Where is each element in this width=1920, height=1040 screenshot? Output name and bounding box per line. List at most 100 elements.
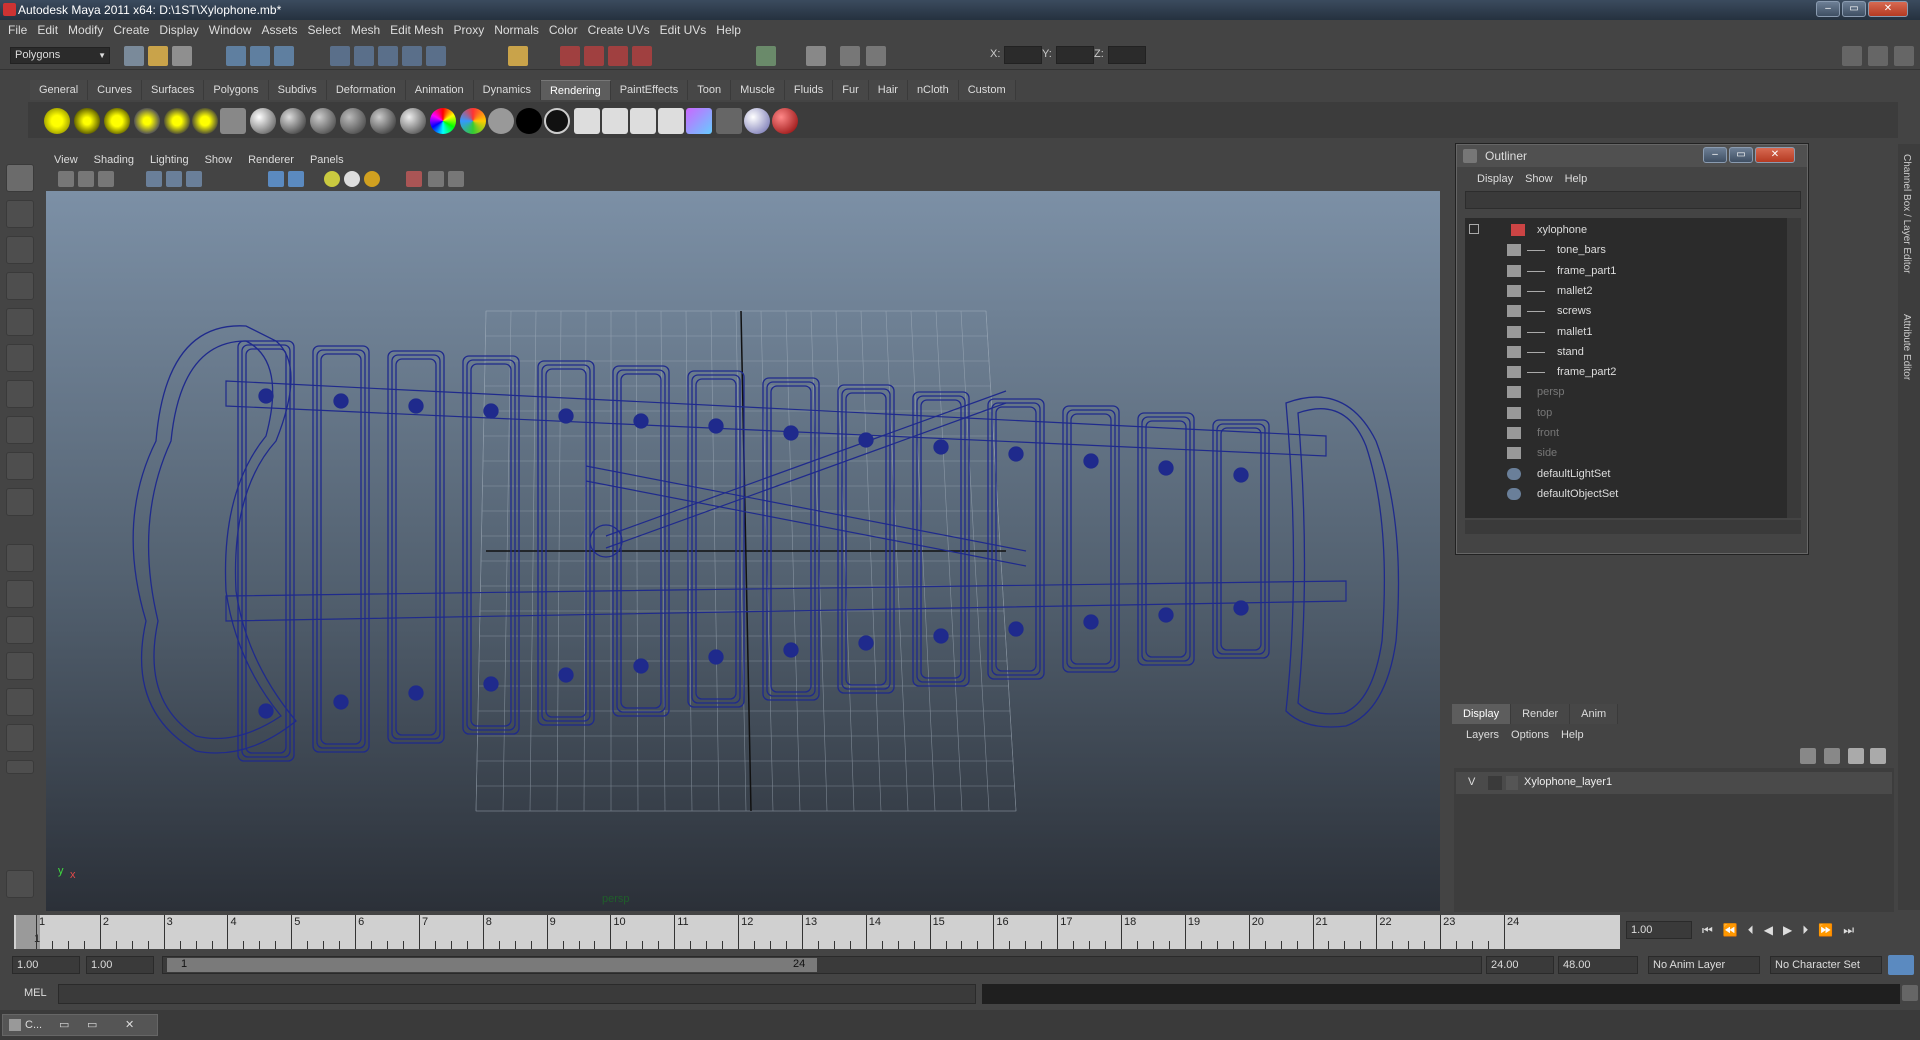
z-coord-field[interactable] <box>1108 46 1146 64</box>
go-to-end-icon[interactable]: ⏭ <box>1843 923 1854 938</box>
maximize-button[interactable]: ▭ <box>1842 1 1866 17</box>
layer-color-swatch[interactable] <box>1506 776 1518 790</box>
menu-mesh[interactable]: Mesh <box>349 23 388 37</box>
shelf-tab-muscle[interactable]: Muscle <box>731 80 785 100</box>
attribute-editor-side-tab[interactable]: Attribute Editor <box>1901 314 1912 380</box>
universal-manipulator-icon[interactable] <box>6 380 34 408</box>
render-settings-shelf-icon[interactable] <box>630 108 656 134</box>
move-layer-up-icon[interactable] <box>1848 748 1864 764</box>
outliner-item-persp[interactable]: persp <box>1465 382 1785 402</box>
menu-set-dropdown[interactable]: Polygons <box>10 47 110 64</box>
outliner-menu-show[interactable]: Show <box>1519 173 1559 185</box>
layered-shader-icon[interactable] <box>400 108 426 134</box>
viewport-menu-renderer[interactable]: Renderer <box>240 151 302 169</box>
hypershade-icon[interactable] <box>658 108 684 134</box>
tool-settings-icon[interactable] <box>840 46 860 66</box>
layer-menu-layers[interactable]: Layers <box>1460 726 1505 744</box>
shelf-tab-fluids[interactable]: Fluids <box>784 80 834 100</box>
outliner-vertical-scrollbar[interactable] <box>1787 218 1801 518</box>
time-slider[interactable]: 1 1 2 3 4 5 6 7 8 9 10 11 12 13 14 15 16 17 18 19 20 21 22 23 2… <box>14 915 1620 949</box>
current-time-field[interactable]: 1.00 <box>1626 921 1692 939</box>
lasso-tool-icon[interactable] <box>6 200 34 228</box>
minimized-close-icon[interactable]: ✕ <box>125 1018 134 1031</box>
minimized-maximize-icon[interactable]: ▭ <box>87 1018 97 1031</box>
shelf-tab-subdivs[interactable]: Subdivs <box>268 80 327 100</box>
outliner-item-defaultobjectset[interactable]: defaultObjectSet <box>1465 484 1785 504</box>
outliner-item-top[interactable]: top <box>1465 403 1785 423</box>
shelf-tab-hair[interactable]: Hair <box>868 80 908 100</box>
menu-create-uvs[interactable]: Create UVs <box>586 23 658 37</box>
film-gate-icon[interactable] <box>166 171 182 187</box>
menu-select[interactable]: Select <box>305 23 348 37</box>
render-view-shelf-icon[interactable] <box>686 108 712 134</box>
ipr-render-icon[interactable] <box>608 46 628 66</box>
animation-preferences-icon[interactable] <box>1888 955 1914 975</box>
relative-transform-icon[interactable] <box>866 46 886 66</box>
select-camera-icon[interactable] <box>58 171 74 187</box>
menu-display[interactable]: Display <box>157 23 206 37</box>
scale-tool-icon[interactable] <box>6 344 34 372</box>
hypershade-layout-icon[interactable] <box>6 688 34 716</box>
select-object-icon[interactable] <box>250 46 270 66</box>
render-settings-icon[interactable] <box>632 46 652 66</box>
input-ops-icon[interactable] <box>756 46 776 66</box>
shelf-tab-animation[interactable]: Animation <box>405 80 474 100</box>
all-lights-icon[interactable] <box>344 171 360 187</box>
shelf-tab-polygons[interactable]: Polygons <box>204 80 269 100</box>
outliner-item-frame-part2[interactable]: frame_part2 <box>1465 362 1785 382</box>
range-slider[interactable]: 1 24 <box>162 956 1482 974</box>
snap-curve-icon[interactable] <box>354 46 374 66</box>
start-time-field[interactable]: 1.00 <box>12 956 80 974</box>
anisotropic-shader-icon[interactable] <box>370 108 396 134</box>
xray-icon[interactable] <box>428 171 444 187</box>
ramp-shader-icon[interactable] <box>430 108 456 134</box>
last-tool-icon[interactable] <box>6 488 34 516</box>
attribute-editor-toggle-icon[interactable] <box>1894 46 1914 66</box>
phong-shader-icon[interactable] <box>310 108 336 134</box>
shelf-tab-rendering[interactable]: Rendering <box>540 80 611 100</box>
smooth-shade-icon[interactable] <box>288 171 304 187</box>
shelf-tab-deformation[interactable]: Deformation <box>326 80 406 100</box>
bookmark-icon[interactable] <box>98 171 114 187</box>
blinn-shader-icon[interactable] <box>280 108 306 134</box>
shelf-tab-curves[interactable]: Curves <box>88 80 142 100</box>
render-view-icon[interactable] <box>560 46 580 66</box>
render-current-frame-icon[interactable] <box>574 108 600 134</box>
point-light-icon[interactable] <box>104 108 130 134</box>
go-to-start-icon[interactable]: ⏮ <box>1702 923 1713 938</box>
soft-mod-tool-icon[interactable] <box>6 416 34 444</box>
show-manipulator-icon[interactable] <box>6 452 34 480</box>
shelf-tab-painteffects[interactable]: PaintEffects <box>610 80 689 100</box>
phonge-shader-icon[interactable] <box>340 108 366 134</box>
assign-material-icon[interactable] <box>744 108 770 134</box>
menu-assets[interactable]: Assets <box>259 23 305 37</box>
snap-grid-icon[interactable] <box>330 46 350 66</box>
mel-label[interactable]: MEL <box>24 987 47 999</box>
menu-edit-uvs[interactable]: Edit UVs <box>658 23 715 37</box>
select-hierarchy-icon[interactable] <box>226 46 246 66</box>
outliner-minimize-button[interactable]: ‒ <box>1703 147 1727 163</box>
default-lighting-icon[interactable] <box>324 171 340 187</box>
layer-menu-options[interactable]: Options <box>1505 726 1555 744</box>
menu-color[interactable]: Color <box>547 23 586 37</box>
viewport-menu-panels[interactable]: Panels <box>302 151 352 169</box>
camera-attributes-icon[interactable] <box>78 171 94 187</box>
lock-icon[interactable] <box>508 46 528 66</box>
lambert-shader-icon[interactable] <box>250 108 276 134</box>
resolution-gate-icon[interactable] <box>186 171 202 187</box>
viewport-menu-lighting[interactable]: Lighting <box>142 151 197 169</box>
viewport-menu-show[interactable]: Show <box>197 151 241 169</box>
outliner-horizontal-scrollbar[interactable] <box>1465 520 1801 534</box>
panel-layout-icon[interactable] <box>1842 46 1862 66</box>
grid-toggle-icon[interactable] <box>146 171 162 187</box>
new-layer-empty-icon[interactable] <box>1800 748 1816 764</box>
xray-joints-icon[interactable] <box>448 171 464 187</box>
outliner-item-front[interactable]: front <box>1465 423 1785 443</box>
menu-edit-mesh[interactable]: Edit Mesh <box>388 23 451 37</box>
toon-shader-icon[interactable] <box>544 108 570 134</box>
outliner-item-xylophone[interactable]: xylophone <box>1465 220 1785 240</box>
close-button[interactable]: ✕ <box>1868 1 1908 17</box>
step-forward-frame-icon[interactable]: ⏵ <box>1802 923 1808 938</box>
layout-divider-icon[interactable] <box>6 760 34 774</box>
layer-menu-help[interactable]: Help <box>1555 726 1590 744</box>
